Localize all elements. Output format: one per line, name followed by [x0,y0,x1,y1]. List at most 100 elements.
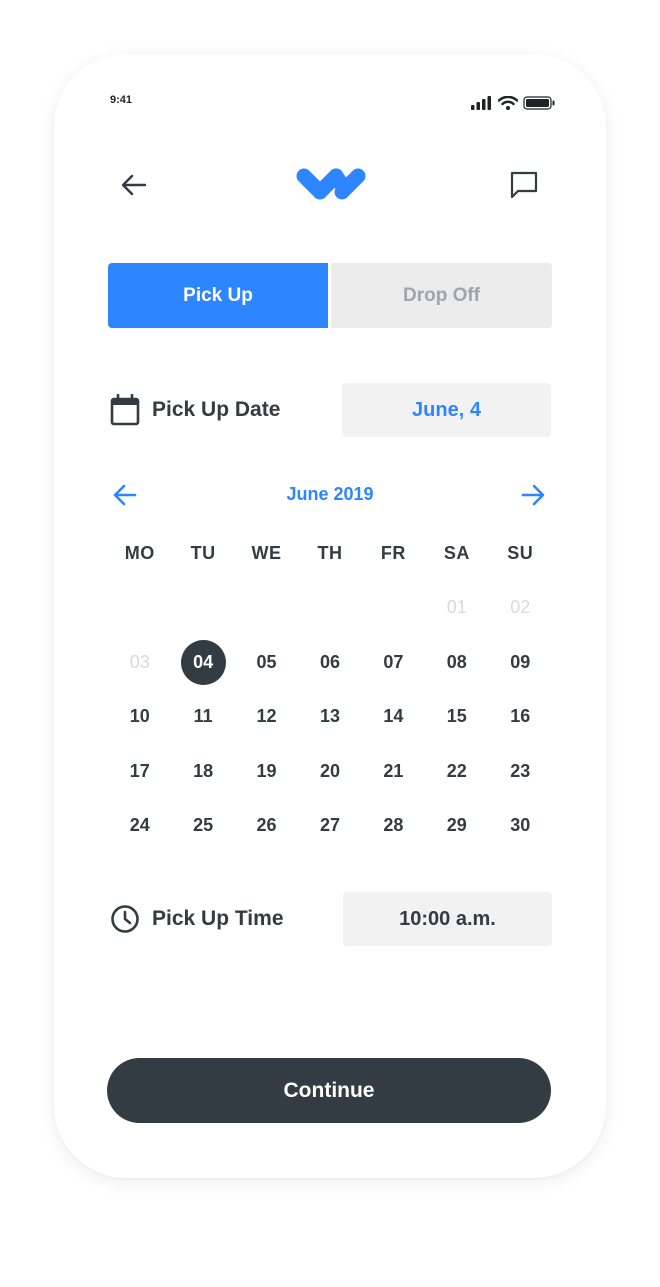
weekday-header: FR [380,542,406,563]
day-number: 27 [319,815,340,836]
calendar-grid: MO TU WE TH FR SA SU 01 02 03 04 05 06 07 08 09 10 11 12 13… [108,526,552,853]
wifi-icon [498,96,518,110]
weekday-header: TH [317,542,343,563]
calendar-day[interactable]: 23 [489,744,552,799]
day-number: 04 [180,639,226,685]
weekday-header: TU [190,542,216,563]
signal-icon [471,96,491,110]
tab-pick-up[interactable]: Pick Up [108,263,328,328]
calendar-day[interactable]: 12 [235,690,298,745]
continue-button[interactable]: Continue [107,1058,551,1123]
day-number: 14 [383,706,404,727]
phone-frame: 9:41 Pick Up Drop Off Pick Up Date June,… [54,54,606,1178]
tab-drop-off[interactable]: Drop Off [331,263,552,328]
day-number: 23 [510,760,531,781]
calendar-day[interactable]: 24 [108,799,171,854]
next-month-button[interactable] [520,482,546,508]
calendar-day[interactable]: 20 [298,744,361,799]
weekday-header: WE [251,542,282,563]
calendar-day[interactable]: 05 [235,635,298,690]
day-number: 21 [383,760,404,781]
calendar-day[interactable]: 27 [298,799,361,854]
day-number: 29 [446,815,467,836]
calendar-empty-cell [171,581,234,636]
calendar-day[interactable]: 08 [425,635,488,690]
calendar-day[interactable]: 29 [425,799,488,854]
day-number: 15 [446,706,467,727]
day-number: 17 [129,760,150,781]
day-number: 01 [446,597,467,618]
weekday-header: SU [507,542,534,563]
arrow-right-icon [521,484,545,506]
day-number: 07 [383,651,404,672]
month-nav: June 2019 [108,478,552,512]
chat-bubble-icon [510,171,538,199]
clock-icon [111,905,139,933]
calendar-day[interactable]: 14 [362,690,425,745]
battery-icon [523,96,555,110]
calendar-empty-cell [108,581,171,636]
day-number: 28 [383,815,404,836]
calendar-day[interactable]: 19 [235,744,298,799]
status-icons [471,96,555,110]
calendar-day[interactable]: 11 [171,690,234,745]
mode-toggle: Pick Up Drop Off [108,263,552,328]
day-number: 26 [256,815,277,836]
day-number: 30 [510,815,531,836]
day-number: 11 [193,706,213,727]
calendar-day[interactable]: 09 [489,635,552,690]
day-number: 18 [193,760,214,781]
calendar-day[interactable]: 16 [489,690,552,745]
day-number: 16 [510,706,531,727]
day-number: 22 [446,760,467,781]
calendar-day[interactable]: 22 [425,744,488,799]
day-number: 10 [129,706,150,727]
status-time: 9:41 [110,94,133,106]
arrow-left-icon [121,174,147,196]
brand-logo [293,164,369,204]
back-button[interactable] [118,169,150,201]
pick-up-date-value[interactable]: June, 4 [342,383,551,437]
pick-up-date-label: Pick Up Date [152,398,281,421]
calendar-day[interactable]: 06 [298,635,361,690]
day-number: 06 [319,651,340,672]
calendar-day-selected[interactable]: 04 [171,635,234,690]
month-label: June 2019 [286,484,374,504]
calendar-empty-cell [298,581,361,636]
calendar-day[interactable]: 13 [298,690,361,745]
day-number: 19 [256,760,277,781]
day-number: 05 [256,651,277,672]
day-number: 08 [446,651,467,672]
calendar-day[interactable]: 30 [489,799,552,854]
day-number: 09 [510,651,531,672]
calendar-day[interactable]: 15 [425,690,488,745]
calendar-day[interactable]: 10 [108,690,171,745]
day-number: 03 [129,651,150,672]
day-number: 20 [319,760,340,781]
weekday-header: SA [443,542,470,563]
time-row-label: Pick Up Time [110,904,284,934]
calendar-day[interactable]: 28 [362,799,425,854]
calendar-day[interactable]: 07 [362,635,425,690]
pick-up-time-label: Pick Up Time [152,907,284,930]
pick-up-time-value[interactable]: 10:00 a.m. [343,892,552,946]
calendar-day-disabled: 02 [489,581,552,636]
day-number: 25 [193,815,214,836]
day-number: 12 [256,706,277,727]
calendar-day-disabled: 01 [425,581,488,636]
day-number: 02 [510,597,531,618]
calendar-icon [110,394,140,426]
calendar-empty-cell [235,581,298,636]
day-number: 13 [319,706,340,727]
calendar-day[interactable]: 17 [108,744,171,799]
weekday-header: MO [124,542,155,563]
calendar-day[interactable]: 26 [235,799,298,854]
calendar-day[interactable]: 21 [362,744,425,799]
calendar-day-disabled: 03 [108,635,171,690]
calendar-day[interactable]: 18 [171,744,234,799]
calendar-day[interactable]: 25 [171,799,234,854]
day-number: 24 [129,815,150,836]
date-row-label: Pick Up Date [110,394,280,426]
chat-button[interactable] [508,169,540,201]
calendar-empty-cell [362,581,425,636]
